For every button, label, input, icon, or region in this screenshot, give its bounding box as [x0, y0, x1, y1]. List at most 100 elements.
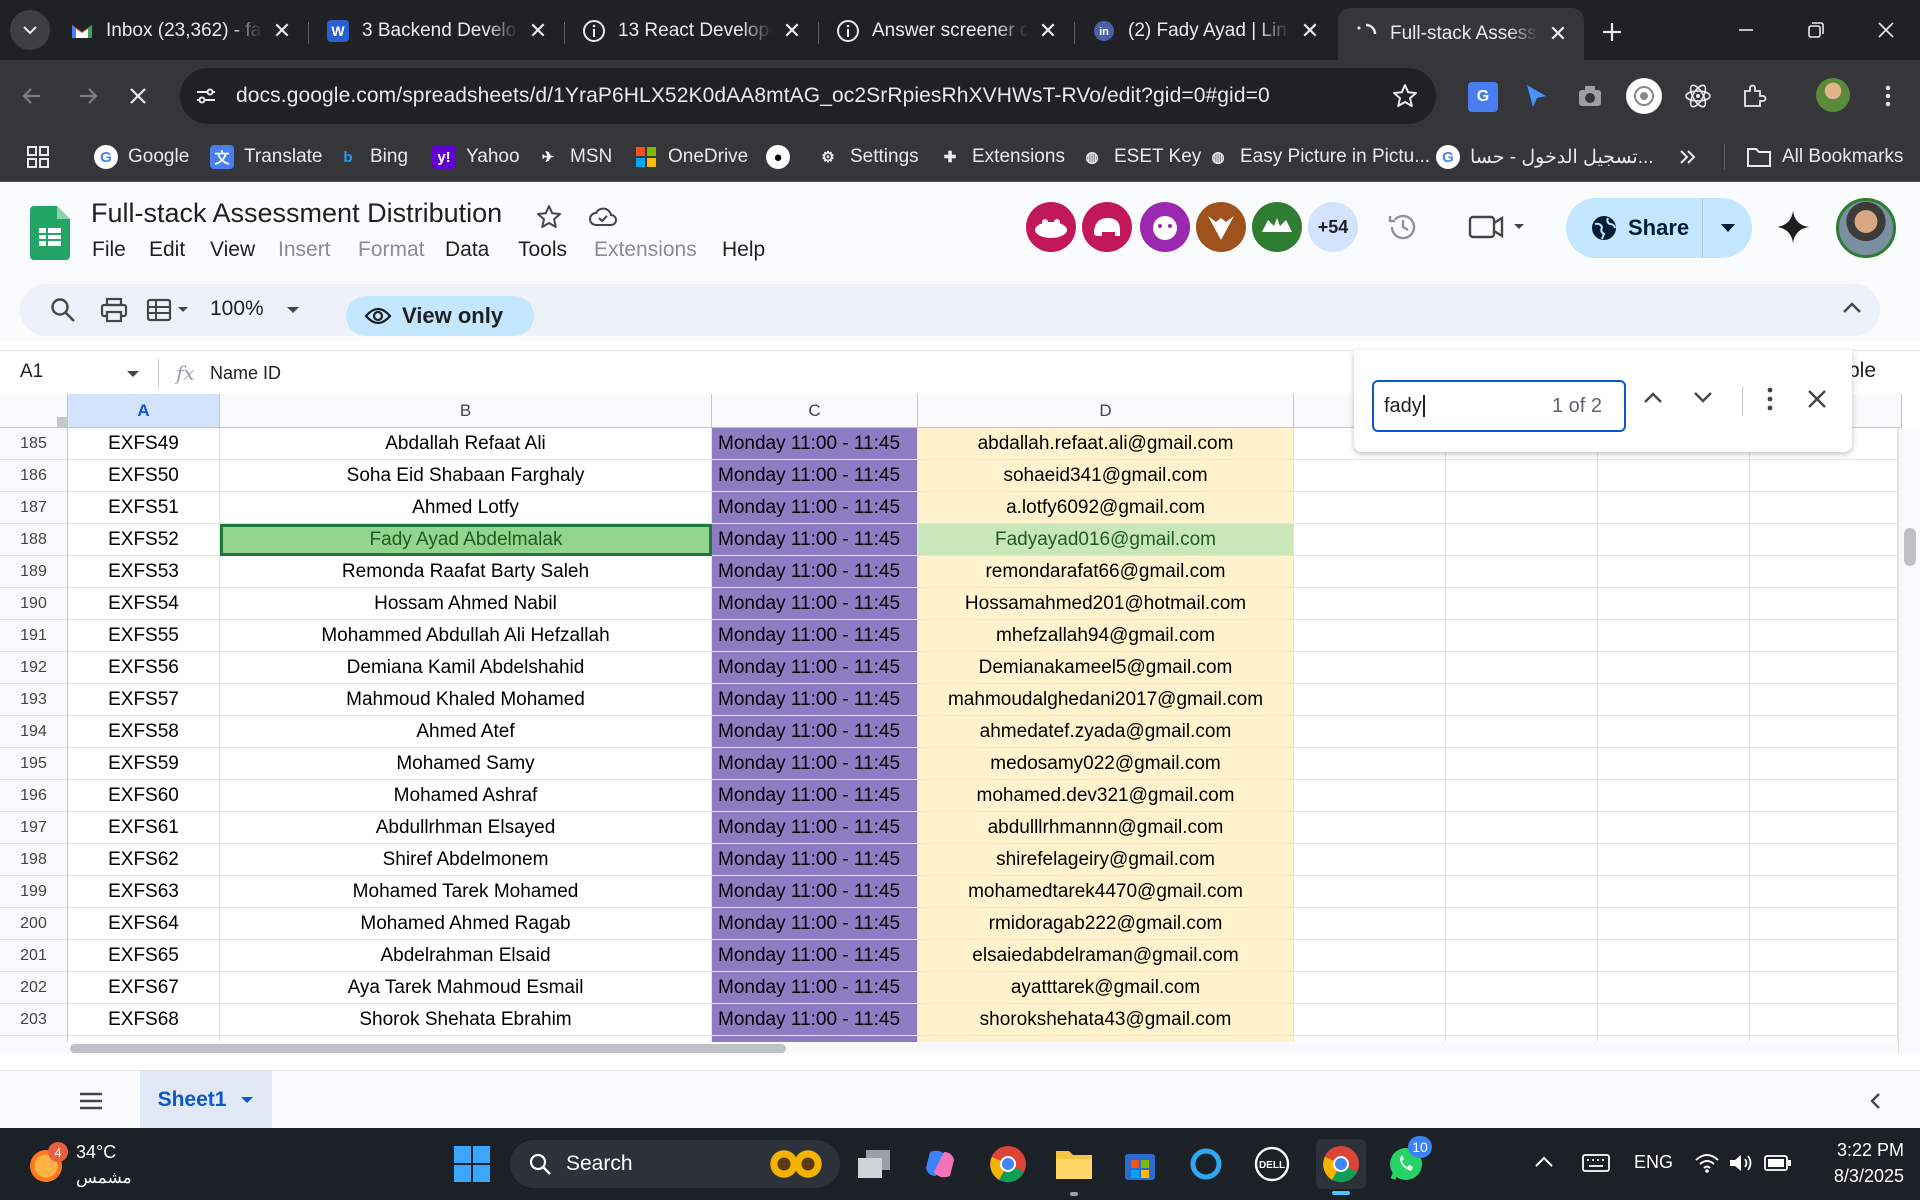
cell-f[interactable] [1446, 620, 1598, 652]
cell-a[interactable]: EXFS50 [68, 460, 220, 492]
table-format-icon[interactable] [146, 297, 192, 323]
bookmark-item[interactable]: ◍ Easy Picture in Pictu... [1206, 141, 1430, 173]
tab-search-button[interactable] [10, 10, 50, 50]
cell-h[interactable] [1750, 812, 1898, 844]
cell-b[interactable]: Ahmed Atef [220, 716, 712, 748]
document-title[interactable]: Full-stack Assessment Distribution [91, 198, 502, 229]
cell-b[interactable]: Shiref Abdelmonem [220, 844, 712, 876]
stop-loading-button[interactable] [116, 76, 160, 116]
cell-e[interactable] [1294, 524, 1446, 556]
close-tab-icon[interactable]: ✕ [526, 19, 550, 43]
cell-h[interactable] [1750, 652, 1898, 684]
cell-g[interactable] [1598, 460, 1750, 492]
cell-c[interactable]: Monday 11:00 - 11:45 [712, 588, 918, 620]
cell-b[interactable]: Mohamed Samy [220, 748, 712, 780]
bookmark-star-icon[interactable] [1392, 83, 1418, 109]
cell-b[interactable]: Soha Eid Shabaan Farghaly [220, 460, 712, 492]
menu-tools[interactable]: Tools [518, 238, 567, 262]
row-number[interactable]: 200 [0, 908, 68, 940]
collapse-toolbar-icon[interactable] [1842, 300, 1862, 314]
cell-e[interactable] [1294, 1004, 1446, 1036]
search-menus-icon[interactable] [50, 297, 76, 323]
cell-c[interactable]: Monday 11:00 - 11:45 [712, 876, 918, 908]
vertical-scrollbar[interactable] [1898, 428, 1920, 1054]
cell-e[interactable] [1294, 812, 1446, 844]
cell-a[interactable]: EXFS54 [68, 588, 220, 620]
cell-b[interactable]: Abdelrahman Elsaid [220, 940, 712, 972]
sheet-tab-sheet1[interactable]: Sheet1 [140, 1071, 272, 1129]
back-button[interactable] [10, 76, 54, 116]
cell-b[interactable]: Abdallah Refaat Ali [220, 428, 712, 460]
cell-f[interactable] [1446, 716, 1598, 748]
cell-d[interactable]: Hossamahmed201@hotmail.com [918, 588, 1294, 620]
cell-b[interactable]: Ahmed Lotfy [220, 492, 712, 524]
minimize-button[interactable] [1716, 10, 1776, 50]
browser-tab[interactable]: 13 React Develope ✕ [566, 8, 818, 54]
cell-d-match[interactable]: Fadyayad016@gmail.com [918, 524, 1294, 556]
row-number[interactable]: 202 [0, 972, 68, 1004]
all-sheets-menu-icon[interactable] [78, 1091, 104, 1111]
cell-e[interactable] [1294, 876, 1446, 908]
cell-c[interactable]: Monday 11:00 - 11:45 [712, 684, 918, 716]
row-number[interactable]: 194 [0, 716, 68, 748]
cell-d[interactable]: mohamedtarek4470@gmail.com [918, 876, 1294, 908]
cell-e[interactable] [1294, 492, 1446, 524]
cell-b[interactable]: Demiana Kamil Abdelshahid [220, 652, 712, 684]
cell-f[interactable] [1446, 556, 1598, 588]
cell-h[interactable] [1750, 940, 1898, 972]
close-tab-icon[interactable]: ✕ [1546, 22, 1570, 46]
site-info-icon[interactable] [194, 84, 218, 108]
row-number[interactable]: 193 [0, 684, 68, 716]
cell-g[interactable] [1598, 588, 1750, 620]
collaborator-avatar-4[interactable] [1196, 202, 1246, 252]
cell-c[interactable]: Monday 11:00 - 11:45 [712, 428, 918, 460]
bookmark-item[interactable]: ● [766, 141, 800, 173]
name-box[interactable]: A1 [20, 361, 43, 383]
cell-g[interactable] [1598, 524, 1750, 556]
cell-h[interactable] [1750, 524, 1898, 556]
copilot-button[interactable] [918, 1142, 962, 1186]
cell-h[interactable] [1750, 876, 1898, 908]
cell-d[interactable]: mahmoudalghedani2017@gmail.com [918, 684, 1294, 716]
cell-f[interactable] [1446, 1004, 1598, 1036]
cell-h[interactable] [1750, 780, 1898, 812]
cell-e[interactable] [1294, 940, 1446, 972]
cell-h[interactable] [1750, 620, 1898, 652]
chrome-profile-taskbar-button[interactable] [1316, 1139, 1366, 1195]
row-number[interactable]: 199 [0, 876, 68, 908]
cell-g[interactable] [1598, 844, 1750, 876]
cell-a[interactable]: EXFS58 [68, 716, 220, 748]
close-window-button[interactable] [1856, 10, 1916, 50]
cell-a[interactable]: EXFS68 [68, 1004, 220, 1036]
row-number[interactable]: 186 [0, 460, 68, 492]
cell-h[interactable] [1750, 460, 1898, 492]
row-number[interactable]: 195 [0, 748, 68, 780]
cell-g[interactable] [1598, 940, 1750, 972]
cell-d[interactable]: abdallah.refaat.ali@gmail.com [918, 428, 1294, 460]
cell-c[interactable]: Monday 11:00 - 11:45 [712, 940, 918, 972]
cell-c[interactable]: Monday 11:00 - 11:45 [712, 1004, 918, 1036]
wifi-icon[interactable] [1694, 1152, 1720, 1174]
cell-b[interactable]: Mohamed Ashraf [220, 780, 712, 812]
whatsapp-button[interactable]: 10 [1384, 1136, 1432, 1186]
cell-c[interactable]: Monday 11:00 - 11:45 [712, 908, 918, 940]
cell-g[interactable] [1598, 716, 1750, 748]
row-number[interactable]: 185 [0, 428, 68, 460]
menu-data[interactable]: Data [445, 238, 489, 262]
column-header-c[interactable]: C [712, 394, 918, 428]
google-translate-extension-icon[interactable]: G [1468, 82, 1498, 112]
side-panel-toggle-icon[interactable] [1868, 1091, 1882, 1111]
cell-b[interactable]: Hossam Ahmed Nabil [220, 588, 712, 620]
previous-match-button[interactable] [1642, 390, 1664, 404]
cell-f[interactable] [1446, 460, 1598, 492]
address-bar[interactable]: docs.google.com/spreadsheets/d/1YraP6HLX… [180, 68, 1436, 124]
find-input[interactable]: fady 1 of 2 [1372, 380, 1626, 432]
cell-f[interactable] [1446, 652, 1598, 684]
row-number[interactable]: 197 [0, 812, 68, 844]
react-devtools-icon[interactable] [1684, 82, 1712, 110]
close-tab-icon[interactable]: ✕ [1036, 19, 1060, 43]
close-find-icon[interactable] [1806, 388, 1828, 410]
column-header-b[interactable]: B [220, 394, 712, 428]
corner-select-all[interactable] [0, 394, 68, 428]
row-number[interactable]: 201 [0, 940, 68, 972]
